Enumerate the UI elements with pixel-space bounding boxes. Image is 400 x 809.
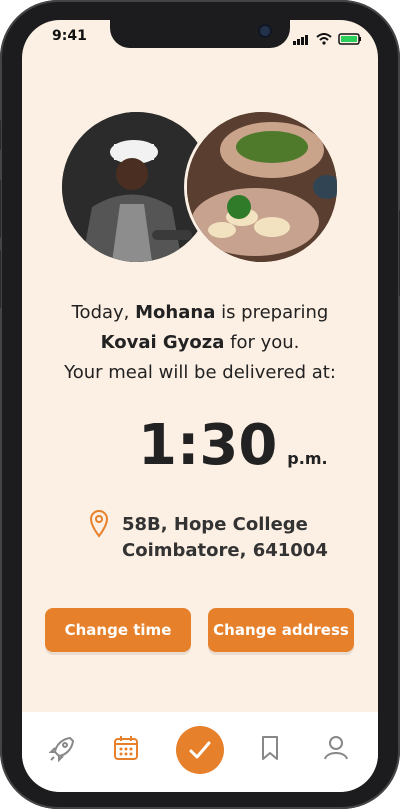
photo-row [22, 112, 378, 262]
change-time-button[interactable]: Change time [45, 608, 191, 652]
notch [110, 20, 290, 48]
bookmark-icon [262, 736, 278, 760]
delivery-time-ampm: p.m. [287, 449, 328, 468]
address-lines: 58B, Hope College Coimbatore, 641004 [122, 512, 328, 564]
tab-calendar[interactable] [110, 732, 142, 764]
dish-name: Kovai Gyoza [100, 332, 225, 353]
line1-suffix: is preparing [215, 302, 329, 323]
summary-line-2: Kovai Gyoza for you. [22, 328, 378, 358]
summary-line-1: Today, Mohana is preparing [22, 298, 378, 328]
location-pin-icon [88, 508, 110, 564]
line1-prefix: Today, [71, 302, 136, 323]
signal-icon [292, 30, 310, 49]
tab-explore[interactable] [46, 732, 78, 764]
battery-icon [338, 30, 362, 49]
wifi-icon [316, 30, 332, 49]
front-camera [260, 26, 270, 36]
app-screen: 9:41 Today, Mohana is preparing Kovai Gy… [22, 20, 378, 792]
line2-suffix: for you. [224, 332, 300, 353]
status-time: 9:41 [52, 28, 87, 44]
summary-line-3: Your meal will be delivered at: [64, 362, 336, 383]
address-line-1: 58B, Hope College [122, 514, 308, 535]
status-icons [292, 30, 362, 49]
calendar-icon [114, 736, 138, 760]
delivery-time-value: 1:30 [138, 413, 278, 478]
gyoza-illustration [187, 112, 337, 262]
tab-confirm[interactable] [176, 726, 224, 774]
side-button-left-3 [0, 250, 1, 308]
gyoza-photo [187, 112, 337, 262]
tab-profile[interactable] [320, 732, 352, 764]
side-button-left-1 [0, 120, 1, 150]
delivery-address: 58B, Hope College Coimbatore, 641004 [88, 508, 328, 564]
change-address-button[interactable]: Change address [208, 608, 354, 652]
address-line-2: Coimbatore, 641004 [122, 540, 328, 561]
side-button-left-2 [0, 180, 1, 238]
phone-frame: 9:41 Today, Mohana is preparing Kovai Gy… [0, 0, 400, 809]
bottom-tab-bar [22, 712, 378, 792]
rocket-icon [48, 736, 75, 763]
meal-summary: Today, Mohana is preparing Kovai Gyoza f… [22, 298, 378, 388]
user-icon [324, 736, 348, 760]
delivery-time: 1:30 p.m. [138, 416, 328, 476]
check-icon [189, 741, 211, 759]
tab-saved[interactable] [254, 732, 286, 764]
chef-name: Mohana [135, 302, 216, 323]
